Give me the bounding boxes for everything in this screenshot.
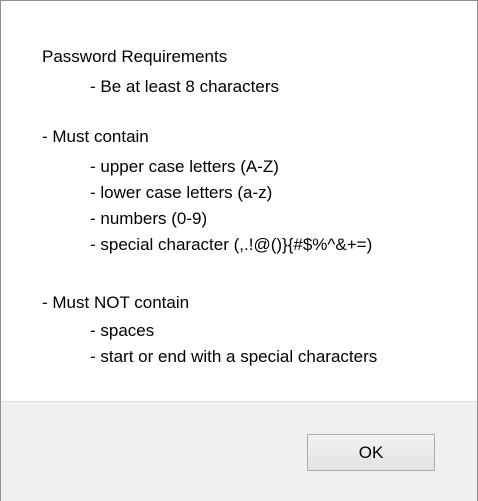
requirement-no-special-edges: - start or end with a special characters [90, 347, 378, 366]
requirement-lowercase: - lower case letters (a-z) [90, 183, 273, 202]
requirement-special-character: - special character (,.!@()}{#$%^&+=) [90, 235, 373, 254]
requirements-heading: Password Requirements [42, 47, 228, 66]
password-requirements-dialog: Password Requirements - Be at least 8 ch… [0, 0, 478, 501]
requirement-numbers: - numbers (0-9) [90, 209, 208, 228]
must-contain-heading: - Must contain [42, 127, 149, 146]
requirement-min-length: - Be at least 8 characters [90, 77, 279, 96]
dialog-message-area: Password Requirements - Be at least 8 ch… [1, 1, 477, 401]
requirement-uppercase: - upper case letters (A-Z) [90, 157, 279, 176]
requirement-no-spaces: - spaces [90, 321, 155, 340]
must-not-contain-heading: - Must NOT contain [42, 293, 190, 312]
dialog-button-bar: OK [1, 401, 477, 501]
ok-button[interactable]: OK [307, 434, 435, 471]
